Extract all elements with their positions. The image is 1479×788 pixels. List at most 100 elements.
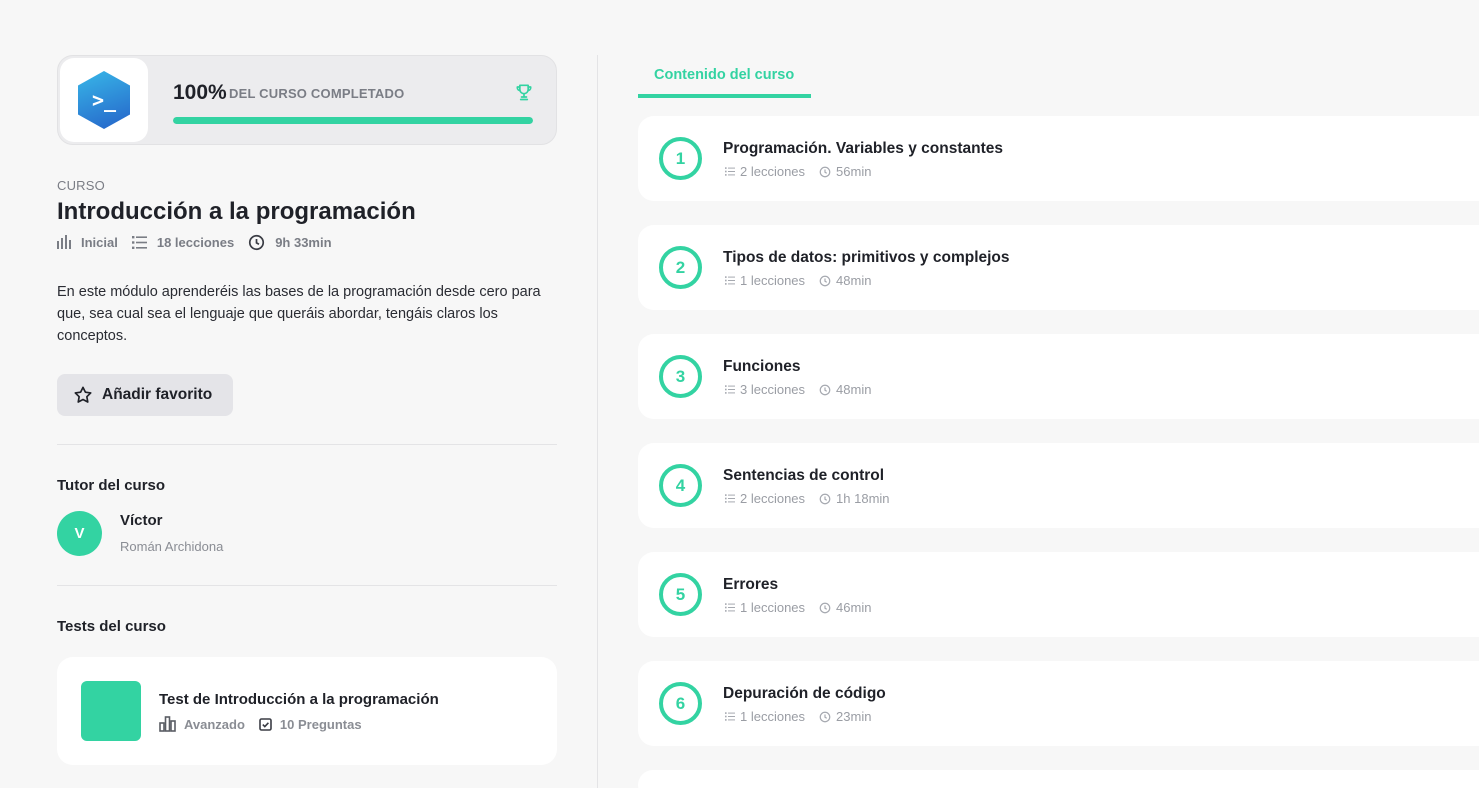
module-number: 3 (659, 355, 702, 398)
divider (57, 585, 557, 586)
module-card[interactable]: 6 Depuración de código 1 lecciones 23min (638, 661, 1479, 746)
course-meta: Inicial 18 lecciones 9h 33min (57, 233, 557, 251)
module-meta: 1 lecciones 23min (725, 709, 885, 724)
module-meta: 1 lecciones 46min (725, 600, 885, 615)
module-duration-text: 48min (836, 382, 872, 397)
module-card[interactable]: 2 Tipos de datos: primitivos y complejos 1… (638, 225, 1479, 310)
test-title: Test de Introducción a la programación (159, 691, 439, 708)
module-duration: 46min (819, 600, 871, 615)
module-duration-text: 1h 18min (836, 491, 890, 506)
course-lessons: 18 lecciones (131, 234, 235, 250)
test-level: Avanzado (159, 716, 245, 732)
test-meta: Avanzado 10 Preguntas (159, 716, 376, 732)
module-duration-text: 48min (836, 273, 872, 288)
test-card[interactable]: Test de Introducción a la programación A… (57, 657, 557, 765)
clock-icon (819, 711, 831, 722)
module-title: Programación. Variables y constantes (723, 140, 1003, 157)
module-duration: 48min (819, 382, 871, 397)
list-icon (725, 712, 735, 721)
tutor-name: Víctor (120, 512, 163, 529)
module-lessons: 1 lecciones (725, 273, 805, 288)
course-duration-text: 9h 33min (275, 234, 332, 250)
module-meta: 2 lecciones 56min (725, 164, 885, 179)
module-title: Tipos de datos: primitivos y complejos (723, 249, 1010, 266)
module-lessons-text: 1 lecciones (740, 709, 806, 724)
module-meta: 1 lecciones 48min (725, 273, 885, 288)
course-level: Inicial (57, 235, 118, 250)
list-icon (725, 494, 735, 503)
module-card[interactable]: 1 Programación. Variables y constantes 2 l… (638, 116, 1479, 201)
tutor-surname: Román Archidona (120, 539, 224, 554)
module-duration-text: 23min (836, 709, 872, 724)
module-lessons-text: 2 lecciones (740, 491, 806, 506)
test-level-text: Avanzado (184, 716, 245, 732)
clock-icon (819, 275, 831, 286)
course-level-text: Inicial (81, 234, 118, 250)
course-logo: >_ (60, 58, 148, 142)
clock-icon (819, 166, 831, 177)
module-number: 2 (659, 246, 702, 289)
progress-percent: 100% (173, 81, 227, 104)
course-duration: 9h 33min (248, 234, 332, 251)
course-title: Introducción a la programación (57, 198, 416, 225)
add-favorite-button[interactable]: Añadir favorito (57, 374, 233, 416)
module-number: 5 (659, 573, 702, 616)
module-title: Sentencias de control (723, 467, 885, 484)
tutor-info: Víctor Román Archidona (120, 511, 223, 554)
module-lessons: 1 lecciones (725, 709, 805, 724)
tutor-section-title: Tutor del curso (57, 477, 166, 494)
module-title: Funciones (723, 358, 801, 375)
star-icon (74, 386, 92, 403)
clock-icon (249, 234, 265, 250)
course-eyebrow: CURSO (57, 178, 105, 193)
test-thumbnail (81, 681, 141, 741)
module-card[interactable] (638, 770, 1479, 788)
progress-label: DEL CURSO COMPLETADO (229, 86, 405, 101)
bar-chart-icon (159, 716, 176, 732)
trophy-icon (516, 84, 532, 101)
course-lessons-text: 18 lecciones (156, 234, 235, 250)
module-card[interactable]: 3 Funciones 3 lecciones 48min (638, 334, 1479, 419)
divider (57, 444, 557, 445)
clock-icon (819, 384, 831, 395)
module-meta: 2 lecciones 1h 18min (725, 491, 904, 506)
module-title: Errores (723, 576, 779, 593)
module-duration-text: 46min (836, 600, 872, 615)
course-sidebar: >_ 100% DEL CURSO COMPLETADO CURSO Intro… (57, 55, 557, 765)
module-lessons: 3 lecciones (725, 382, 805, 397)
add-favorite-label: Añadir favorito (102, 386, 213, 403)
module-number: 6 (659, 682, 702, 725)
test-questions: 10 Preguntas (259, 717, 362, 732)
content-tabs: Contenido del curso (638, 64, 811, 98)
module-meta: 3 lecciones 48min (725, 382, 885, 397)
checkbox-icon (259, 717, 272, 731)
clock-icon (819, 493, 831, 504)
tests-section-title: Tests del curso (57, 618, 166, 635)
terminal-icon: >_ (78, 71, 130, 129)
module-lessons: 2 lecciones (725, 164, 805, 179)
tutor-card: V Víctor Román Archidona (57, 511, 557, 556)
list-icon (131, 235, 147, 249)
module-duration: 1h 18min (819, 491, 890, 506)
list-icon (725, 167, 735, 176)
test-questions-text: 10 Preguntas (279, 716, 362, 732)
progress-bar (173, 117, 533, 124)
column-divider (597, 55, 598, 788)
module-card[interactable]: 5 Errores 1 lecciones 46min (638, 552, 1479, 637)
module-duration: 56min (819, 164, 871, 179)
module-title: Depuración de código (723, 685, 886, 702)
level-bars-icon (57, 235, 71, 249)
list-icon (725, 385, 735, 394)
module-lessons-text: 2 lecciones (740, 164, 806, 179)
module-number: 1 (659, 137, 702, 180)
tab-course-content[interactable]: Contenido del curso (638, 64, 811, 98)
course-progress-card: >_ 100% DEL CURSO COMPLETADO (57, 55, 557, 145)
list-icon (725, 603, 735, 612)
module-number: 4 (659, 464, 702, 507)
list-icon (725, 276, 735, 285)
module-lessons: 1 lecciones (725, 600, 805, 615)
tutor-avatar: V (57, 511, 102, 556)
module-card[interactable]: 4 Sentencias de control 2 lecciones 1h 18mi… (638, 443, 1479, 528)
progress-bar-fill (173, 117, 533, 124)
module-lessons-text: 1 lecciones (740, 273, 806, 288)
